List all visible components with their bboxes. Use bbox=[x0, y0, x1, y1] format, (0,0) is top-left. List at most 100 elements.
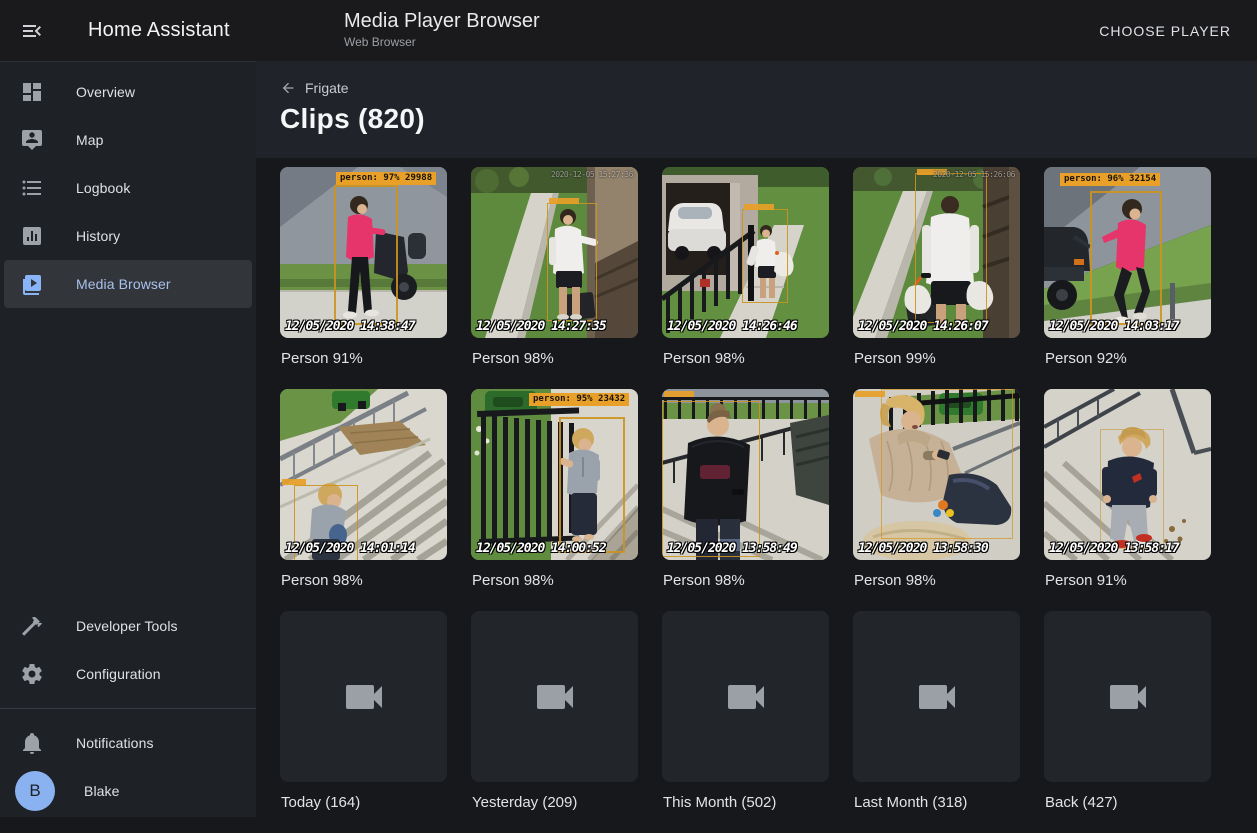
choose-player-button[interactable]: CHOOSE PLAYER bbox=[1095, 15, 1235, 47]
clip-label: Person 98% bbox=[472, 350, 637, 367]
sidebar-item-logbook[interactable]: Logbook bbox=[4, 164, 252, 212]
folder-label: Last Month (318) bbox=[854, 794, 1019, 811]
folder-card-last-month[interactable]: Last Month (318) bbox=[853, 611, 1020, 833]
page-head: Media Player Browser Web Browser bbox=[344, 9, 540, 49]
sidebar-item-label: Map bbox=[76, 132, 104, 148]
main-content: Frigate Clips (820) bbox=[256, 61, 1257, 817]
chart-box-icon bbox=[20, 224, 44, 248]
clip-thumbnail: person: 95% 23432 12/05/2020 14:00:52 bbox=[471, 389, 638, 560]
video-camera-icon bbox=[913, 673, 961, 721]
folder-card-this-month[interactable]: This Month (502) bbox=[662, 611, 829, 833]
folder-card-back[interactable]: Back (427) bbox=[1044, 611, 1211, 833]
clip-card[interactable]: person: 95% 23432 12/05/2020 14:00:52 Pe… bbox=[471, 389, 638, 611]
view-dashboard-icon bbox=[20, 80, 44, 104]
person-tag-mini bbox=[549, 198, 579, 204]
sidebar-item-overview[interactable]: Overview bbox=[4, 68, 252, 116]
timestamp-overlay: 12/05/2020 14:03:17 bbox=[1049, 319, 1179, 334]
person-tag: person: 97% 29988 bbox=[336, 172, 436, 185]
sidebar-item-profile[interactable]: B Blake bbox=[4, 767, 252, 815]
video-camera-icon bbox=[340, 673, 388, 721]
clip-card[interactable]: 12/05/2020 13:58:30 Person 98% bbox=[853, 389, 1020, 611]
breadcrumb-label[interactable]: Frigate bbox=[305, 80, 349, 96]
sidebar-item-notifications[interactable]: Notifications bbox=[4, 719, 252, 767]
clip-card[interactable]: 12/05/2020 14:01:14 Person 98% bbox=[280, 389, 447, 611]
clip-label: Person 98% bbox=[854, 572, 1019, 589]
page-subtitle: Web Browser bbox=[344, 35, 540, 49]
sidebar-bottom: Developer Tools Configuration Notificati… bbox=[0, 602, 256, 815]
sidebar-item-developer-tools[interactable]: Developer Tools bbox=[4, 602, 252, 650]
menu-open-icon[interactable] bbox=[20, 19, 44, 43]
play-box-multiple-icon bbox=[20, 272, 44, 296]
video-camera-icon bbox=[531, 673, 579, 721]
sidebar-item-media-browser[interactable]: Media Browser bbox=[4, 260, 252, 308]
clip-thumbnail: 2020-12-05 15:26:06 12/05/2020 14:26:07 bbox=[853, 167, 1020, 338]
clip-label: Person 98% bbox=[663, 572, 828, 589]
clip-thumbnail: 12/05/2020 13:58:49 bbox=[662, 389, 829, 560]
sidebar-item-configuration[interactable]: Configuration bbox=[4, 650, 252, 698]
detection-bbox bbox=[559, 417, 625, 553]
media-browser-header: Frigate Clips (820) bbox=[256, 61, 1257, 158]
detection-bbox bbox=[881, 389, 1013, 539]
top-app-bar: Home Assistant Media Player Browser Web … bbox=[0, 0, 1257, 61]
timestamp-overlay: 12/05/2020 14:26:46 bbox=[667, 319, 797, 334]
sidebar-item-label: Configuration bbox=[76, 666, 161, 682]
clip-label: Person 92% bbox=[1045, 350, 1210, 367]
clip-card[interactable]: 12/05/2020 13:58:17 Person 91% bbox=[1044, 389, 1211, 611]
detection-bbox bbox=[1090, 191, 1162, 325]
account-tooltip-icon bbox=[20, 128, 44, 152]
person-tag-mini bbox=[282, 479, 306, 485]
sidebar-item-label: Media Browser bbox=[76, 276, 171, 292]
timestamp-overlay: 12/05/2020 13:58:30 bbox=[858, 541, 988, 556]
clip-thumbnail: 2020-12-05 15:27:36 12/05/2020 14:27:35 bbox=[471, 167, 638, 338]
clip-thumbnail: 12/05/2020 14:26:46 bbox=[662, 167, 829, 338]
folder-thumbnail bbox=[853, 611, 1020, 782]
sidebar-item-label: Notifications bbox=[76, 735, 154, 751]
sidebar-item-label: Overview bbox=[76, 84, 135, 100]
detection-bbox bbox=[1100, 429, 1164, 549]
timestamp-overlay: 12/05/2020 13:58:49 bbox=[667, 541, 797, 556]
person-tag-mini bbox=[855, 391, 885, 397]
bell-icon bbox=[20, 731, 44, 755]
app-title: Home Assistant bbox=[88, 19, 230, 42]
sidebar-item-label: Logbook bbox=[76, 180, 130, 196]
camera-timestamp: 2020-12-05 15:27:36 bbox=[551, 170, 633, 179]
timestamp-overlay: 12/05/2020 14:00:52 bbox=[476, 541, 606, 556]
sidebar-item-history[interactable]: History bbox=[4, 212, 252, 260]
detection-bbox bbox=[334, 185, 398, 325]
clip-thumbnail: person: 96% 32154 12/05/2020 14:03:17 bbox=[1044, 167, 1211, 338]
clip-card[interactable]: 2020-12-05 15:27:36 12/05/2020 14:27:35 … bbox=[471, 167, 638, 389]
folder-thumbnail bbox=[1044, 611, 1211, 782]
arrow-left-icon bbox=[280, 80, 296, 96]
clip-label: Person 98% bbox=[663, 350, 828, 367]
clip-card[interactable]: 12/05/2020 13:58:49 Person 98% bbox=[662, 389, 829, 611]
clip-label: Person 98% bbox=[472, 572, 637, 589]
folder-label: This Month (502) bbox=[663, 794, 828, 811]
video-camera-icon bbox=[722, 673, 770, 721]
list-bulleted-icon bbox=[20, 176, 44, 200]
clip-thumbnail: person: 97% 29988 12/05/2020 14:38:47 bbox=[280, 167, 447, 338]
sidebar-item-map[interactable]: Map bbox=[4, 116, 252, 164]
detection-bbox bbox=[547, 203, 597, 321]
clip-label: Person 99% bbox=[854, 350, 1019, 367]
clip-card[interactable]: person: 96% 32154 12/05/2020 14:03:17 Pe… bbox=[1044, 167, 1211, 389]
person-tag: person: 95% 23432 bbox=[529, 393, 629, 406]
folder-label: Back (427) bbox=[1045, 794, 1210, 811]
clip-label: Person 91% bbox=[281, 350, 446, 367]
folder-thumbnail bbox=[280, 611, 447, 782]
folder-card-today[interactable]: Today (164) bbox=[280, 611, 447, 833]
detection-bbox bbox=[915, 173, 987, 323]
breadcrumb[interactable]: Frigate bbox=[280, 80, 349, 96]
sidebar-item-label: History bbox=[76, 228, 120, 244]
detection-bbox bbox=[662, 401, 760, 557]
folder-thumbnail bbox=[662, 611, 829, 782]
avatar[interactable]: B bbox=[15, 771, 55, 811]
video-camera-icon bbox=[1104, 673, 1152, 721]
clip-card[interactable]: 2020-12-05 15:26:06 12/05/2020 14:26:07 … bbox=[853, 167, 1020, 389]
sidebar: Overview Map Logbook History Media Brows… bbox=[0, 61, 256, 817]
clip-card[interactable]: 12/05/2020 14:26:46 Person 98% bbox=[662, 167, 829, 389]
hammer-icon bbox=[20, 614, 44, 638]
folder-card-yesterday[interactable]: Yesterday (209) bbox=[471, 611, 638, 833]
timestamp-overlay: 12/05/2020 13:58:17 bbox=[1049, 541, 1179, 556]
clip-thumbnail: 12/05/2020 13:58:17 bbox=[1044, 389, 1211, 560]
clip-card[interactable]: person: 97% 29988 12/05/2020 14:38:47 Pe… bbox=[280, 167, 447, 389]
